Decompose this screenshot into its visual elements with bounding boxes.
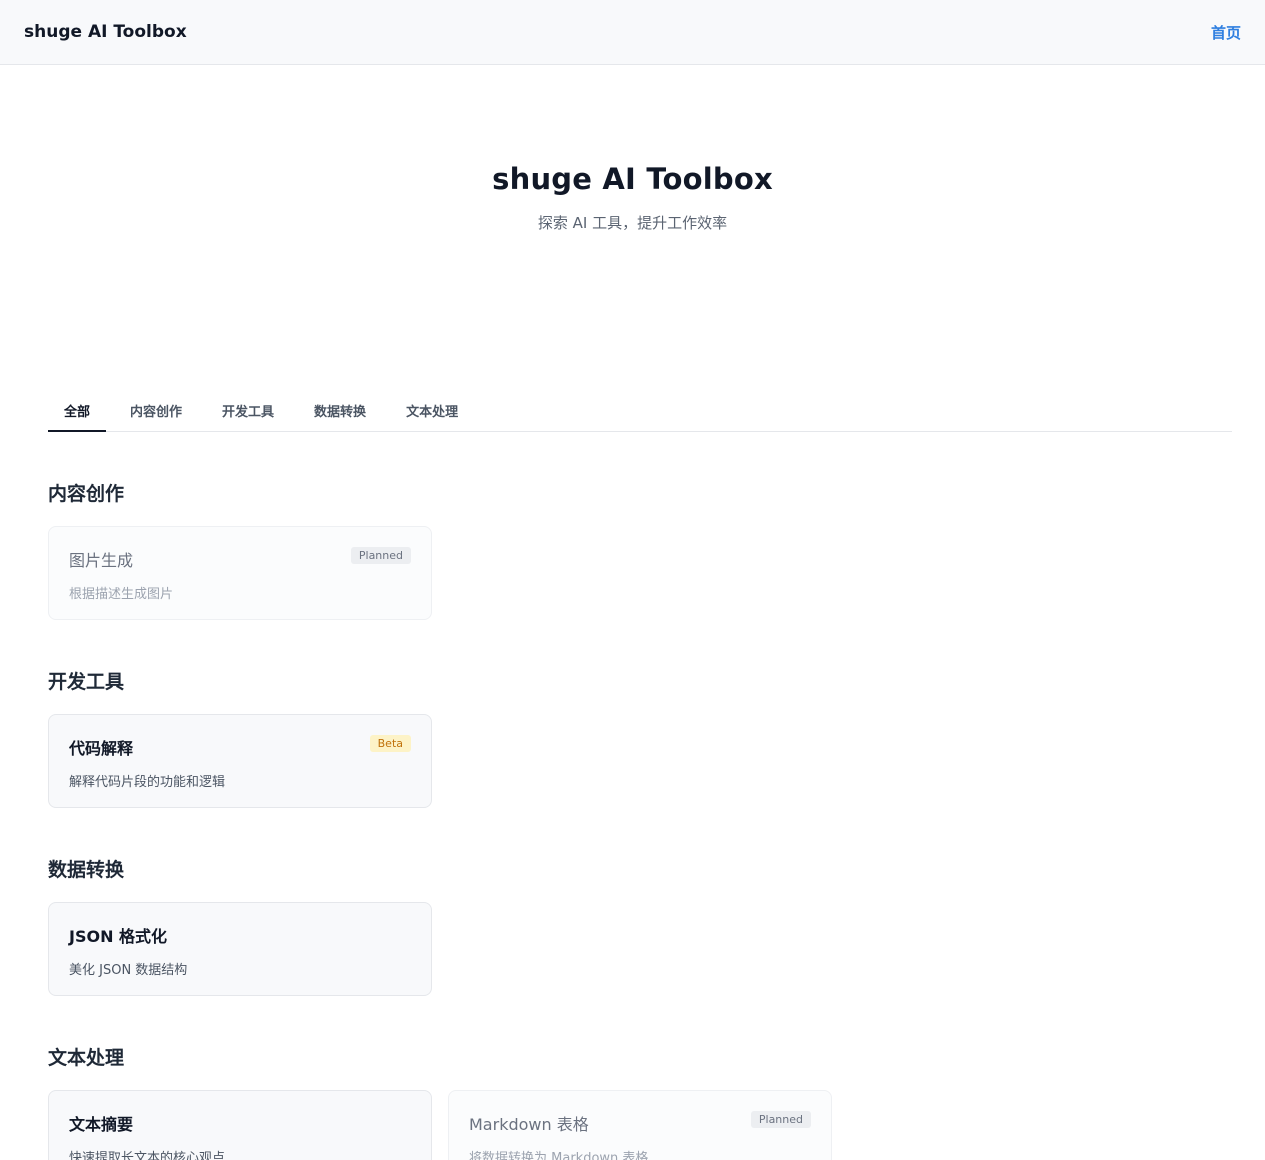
tab-text-processing[interactable]: 文本处理	[390, 391, 474, 432]
card-description: 美化 JSON 数据结构	[69, 963, 188, 978]
tab-dev-tools[interactable]: 开发工具	[206, 391, 290, 432]
category-tabs: 全部 内容创作 开发工具 数据转换 文本处理	[48, 391, 1232, 432]
card-description: 解释代码片段的功能和逻辑	[69, 775, 226, 790]
tab-content-creation[interactable]: 内容创作	[114, 391, 198, 432]
section-dev-tools: 开发工具 代码解释 解释代码片段的功能和逻辑 Beta	[48, 667, 1265, 808]
top-bar: shuge AI Toolbox 首页	[0, 0, 1265, 65]
section-title: 文本处理	[48, 1047, 125, 1069]
status-badge: Planned	[750, 1111, 811, 1128]
status-badge: Beta	[369, 735, 411, 752]
tool-card-image-generation[interactable]: 图片生成 根据描述生成图片 Planned	[48, 526, 432, 620]
section-content-creation: 内容创作 图片生成 根据描述生成图片 Planned	[48, 479, 1265, 620]
page-title: shuge AI Toolbox	[492, 162, 773, 196]
section-title: 内容创作	[48, 483, 125, 505]
page-subtitle: 探索 AI 工具，提升工作效率	[537, 214, 728, 232]
section-title: 开发工具	[48, 671, 125, 693]
card-description: 根据描述生成图片	[69, 587, 174, 602]
card-description: 将数据转换为 Markdown 表格	[469, 1151, 649, 1160]
card-list: 文本摘要 快速提取长文本的核心观点 Markdown 表格 将数据转换为 Mar…	[48, 1090, 1265, 1160]
section-title: 数据转换	[48, 859, 125, 881]
card-list: JSON 格式化 美化 JSON 数据结构	[48, 902, 1265, 996]
tool-card-json-format[interactable]: JSON 格式化 美化 JSON 数据结构	[48, 902, 432, 996]
section-data-conversion: 数据转换 JSON 格式化 美化 JSON 数据结构	[48, 855, 1265, 996]
card-title: JSON 格式化	[69, 927, 168, 946]
tab-all[interactable]: 全部	[48, 391, 107, 432]
card-title: 代码解释	[69, 739, 134, 758]
home-link[interactable]: 首页	[1211, 22, 1241, 43]
card-description: 快速提取长文本的核心观点	[69, 1151, 226, 1160]
card-title: 文本摘要	[69, 1115, 134, 1134]
hero: shuge AI Toolbox 探索 AI 工具，提升工作效率	[0, 65, 1265, 325]
card-list: 代码解释 解释代码片段的功能和逻辑 Beta	[48, 714, 1265, 808]
tool-card-code-explain[interactable]: 代码解释 解释代码片段的功能和逻辑 Beta	[48, 714, 432, 808]
card-list: 图片生成 根据描述生成图片 Planned	[48, 526, 1265, 620]
brand-title: shuge AI Toolbox	[24, 22, 187, 42]
section-text-processing: 文本处理 文本摘要 快速提取长文本的核心观点 Markdown 表格 将数据转换…	[48, 1043, 1265, 1160]
tool-card-text-summary[interactable]: 文本摘要 快速提取长文本的核心观点	[48, 1090, 432, 1160]
status-badge: Planned	[350, 547, 411, 564]
tab-data-conversion[interactable]: 数据转换	[298, 391, 382, 432]
tool-card-markdown-table[interactable]: Markdown 表格 将数据转换为 Markdown 表格 Planned	[448, 1090, 832, 1160]
